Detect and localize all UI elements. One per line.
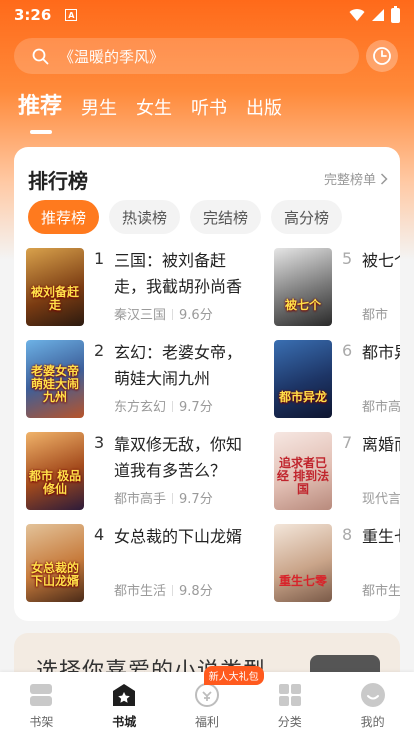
status-bar: 3:26 A [0, 0, 414, 30]
nav-label: 分类 [277, 715, 302, 729]
signal-icon [372, 9, 384, 21]
book-title: 女总裁的下山龙婿 [114, 527, 243, 546]
search-placeholder: 《温暖的季风》 [59, 47, 165, 66]
search-bar[interactable]: 《温暖的季风》 [14, 38, 359, 74]
tab-recommend[interactable]: 推荐 [18, 88, 62, 134]
book-title: 重生七 猎养妻 [362, 527, 400, 546]
book-score: 9.6分 [179, 308, 213, 323]
cover-title: 被七个 [284, 298, 321, 312]
tab-female[interactable]: 女生 [136, 94, 172, 126]
book-genre: 秦汉三国 [114, 308, 167, 323]
rank-number: 8 [342, 525, 353, 544]
book-cover: 重生七零 [274, 524, 332, 602]
ranking-right-column: 被七个 5 被七个 都市 都市异龙 6 都市异 都市高 追求者已经 排到法国 7… [272, 147, 400, 621]
cover-title: 老婆女帝 萌娃大闹九州 [30, 364, 79, 404]
cover-title: 追求者已经 排到法国 [276, 456, 330, 496]
nav-bookstore[interactable]: 书城 [83, 672, 166, 736]
cover-title: 被刘备赶走 [30, 285, 79, 312]
notification-a-icon: A [65, 9, 78, 21]
tab-audiobook[interactable]: 听书 [191, 94, 227, 126]
book-cover: 被七个 [274, 248, 332, 326]
book-score: 9.7分 [179, 400, 213, 415]
nav-profile[interactable]: 我的 [331, 672, 414, 736]
history-button[interactable] [366, 40, 398, 72]
book-score: 9.8分 [179, 584, 213, 599]
chip-recommend[interactable]: 推荐榜 [28, 200, 100, 234]
book-cover: 都市 极品修仙 [26, 432, 84, 510]
book-genre: 都市生 [362, 584, 400, 599]
rank-number: 2 [94, 341, 105, 360]
book-item[interactable]: 都市 极品修仙 3 靠双修无敌，你知道我有多苦么？ 都市高手 9.7分 [26, 432, 254, 510]
book-item[interactable]: 追求者已经 排到法国 7 离婚而 追求者 现代言 [274, 432, 400, 510]
book-title: 都市异 [362, 343, 400, 362]
profile-icon [360, 683, 385, 707]
book-genre: 都市高手 [114, 492, 167, 507]
bookstore-icon [113, 684, 136, 706]
rank-number: 7 [342, 433, 353, 452]
tab-male[interactable]: 男生 [81, 94, 117, 126]
nav-bookshelf[interactable]: 书架 [0, 672, 83, 736]
status-time: 3:26 [14, 6, 52, 24]
chip-hot[interactable]: 热读榜 [109, 200, 181, 234]
rank-number: 4 [94, 525, 105, 544]
cover-title: 重生七零 [278, 574, 327, 588]
battery-icon [391, 5, 400, 23]
book-genre: 都市生活 [114, 584, 167, 599]
coin-icon [194, 683, 219, 707]
nav-welfare[interactable]: 新人大礼包 福利 [166, 666, 264, 736]
book-title: 离婚而 追求者 [362, 435, 400, 454]
book-item[interactable]: 重生七零 8 重生七 猎养妻 都市生 [274, 524, 400, 602]
book-item[interactable]: 都市异龙 6 都市异 都市高 [274, 340, 400, 418]
nav-label: 书架 [29, 715, 54, 729]
book-item[interactable]: 被刘备赶走 1 三国：被刘备赶走，我截胡孙尚香 秦汉三国 9.6分 [26, 248, 254, 326]
book-genre: 都市高 [362, 400, 400, 415]
book-item[interactable]: 被七个 5 被七个 都市 [274, 248, 400, 326]
book-title: 玄幻：老婆女帝，萌娃大闹九州 [114, 343, 243, 388]
chip-completed[interactable]: 完结榜 [190, 200, 262, 234]
search-icon [32, 48, 49, 64]
book-score: 9.7分 [179, 492, 213, 507]
book-item[interactable]: 女总裁的 下山龙婿 4 女总裁的下山龙婿 都市生活 9.8分 [26, 524, 254, 602]
rank-number: 6 [342, 341, 353, 360]
book-item[interactable]: 老婆女帝 萌娃大闹九州 2 玄幻：老婆女帝，萌娃大闹九州 东方玄幻 9.7分 [26, 340, 254, 418]
book-genre: 东方玄幻 [114, 400, 167, 415]
nav-label: 福利 [194, 715, 219, 729]
book-title: 三国：被刘备赶走，我截胡孙尚香 [114, 251, 243, 296]
book-cover: 老婆女帝 萌娃大闹九州 [26, 340, 84, 418]
rank-number: 1 [94, 249, 105, 268]
ranking-card: 排行榜 完整榜单 推荐榜 热读榜 完结榜 高分榜 被刘备赶走 1 三国：被刘备赶… [14, 147, 400, 621]
category-tabs: 推荐 男生 女生 听书 出版 [18, 88, 282, 134]
wifi-icon [349, 9, 365, 21]
ranking-title: 排行榜 [28, 169, 88, 193]
tab-published[interactable]: 出版 [246, 94, 282, 126]
book-genre: 都市 [362, 308, 389, 323]
book-cover: 女总裁的 下山龙婿 [26, 524, 84, 602]
book-cover: 被刘备赶走 [26, 248, 84, 326]
grid-icon [278, 684, 301, 706]
book-title: 靠双修无敌，你知道我有多苦么？ [114, 435, 243, 480]
bottom-nav: 书架 书城 新人大礼包 福利 分类 我的 [0, 666, 414, 736]
rank-number: 5 [342, 249, 353, 268]
nav-label: 书城 [112, 715, 137, 729]
cover-title: 都市 极品修仙 [28, 469, 82, 496]
bookshelf-icon [30, 684, 53, 706]
cover-title: 都市异龙 [278, 390, 327, 404]
nav-label: 我的 [360, 715, 385, 729]
cover-title: 女总裁的 下山龙婿 [30, 561, 79, 588]
book-genre: 现代言 [362, 492, 400, 507]
book-cover: 都市异龙 [274, 340, 332, 418]
nav-categories[interactable]: 分类 [248, 672, 331, 736]
clock-icon [373, 47, 391, 65]
book-title: 被七个 [362, 251, 400, 270]
rank-number: 3 [94, 433, 105, 452]
book-cover: 追求者已经 排到法国 [274, 432, 332, 510]
